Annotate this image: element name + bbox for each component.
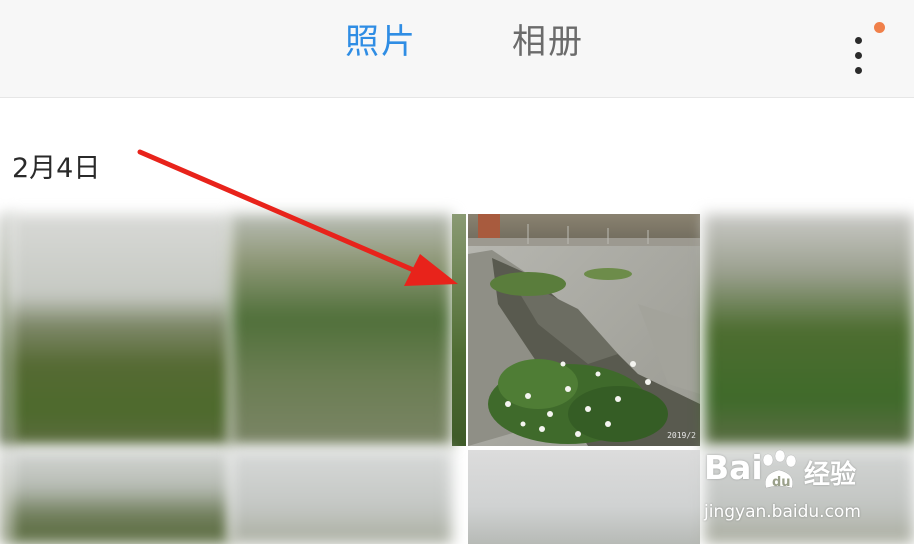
photo-thumbnail-selected-target[interactable]: 2019/2	[468, 214, 700, 446]
photo-thumbnail[interactable]	[230, 214, 452, 446]
tab-albums[interactable]: 相册	[512, 20, 584, 64]
top-app-bar: 照片 相册	[0, 0, 914, 98]
more-options-button[interactable]	[840, 14, 885, 74]
photo-thumbnail[interactable]	[10, 450, 230, 544]
tab-photos[interactable]: 照片	[345, 20, 417, 64]
notification-dot	[874, 22, 885, 33]
photo-thumbnail[interactable]	[468, 450, 700, 544]
baidu-paw-icon: du	[762, 449, 797, 490]
more-vertical-icon-dot	[855, 52, 862, 59]
photo-date-stamp: 2019/2	[667, 431, 696, 440]
photo-thumbnail[interactable]	[704, 214, 914, 446]
more-vertical-icon-dot	[855, 67, 862, 74]
photo-thumbnail[interactable]	[230, 450, 452, 544]
svg-text:du: du	[772, 475, 791, 490]
section-date-label: 2月4日	[12, 153, 101, 184]
watermark-brand-cn: 经验	[804, 460, 857, 490]
photo-thumbnail[interactable]	[452, 214, 466, 446]
watermark-url: jingyan.baidu.com	[704, 502, 861, 522]
more-vertical-icon	[855, 37, 862, 44]
photo-image	[468, 214, 700, 446]
photo-thumbnail[interactable]	[10, 214, 230, 446]
watermark-brand: Bai	[704, 448, 763, 487]
baidu-jingyan-watermark: Bai du 经验 jingyan.baidu.com	[700, 448, 910, 528]
